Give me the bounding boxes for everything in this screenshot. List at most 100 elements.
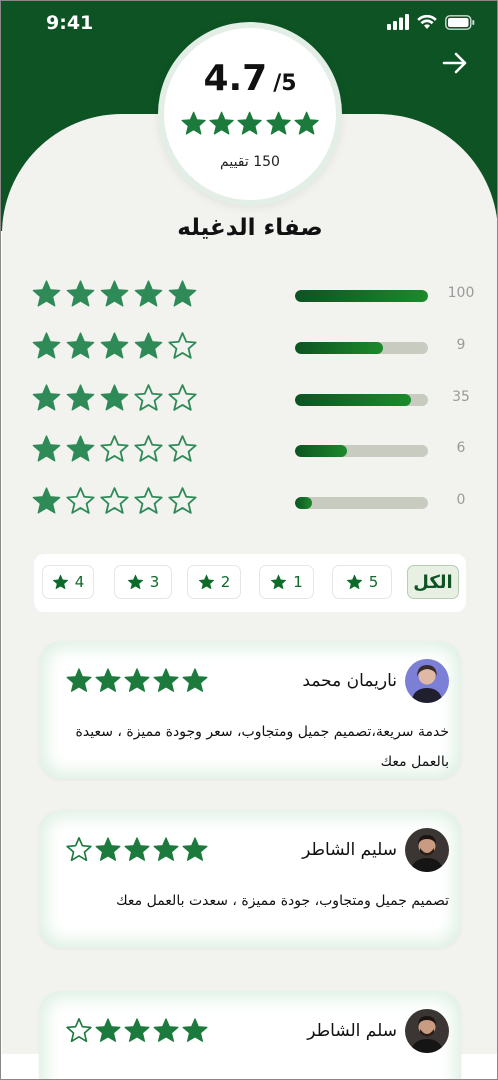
star-icon [346,574,362,589]
star-outline-icon [100,487,129,514]
rating-filter-bar: الكل 5 1 2 3 4 [34,554,466,612]
distribution-count: 100 [447,285,475,301]
filter-label: الكل [413,571,453,593]
distribution-row-1: 0 [31,486,471,518]
star-outline-icon [66,487,95,514]
star-filled-icon [134,332,163,359]
filter-4-stars[interactable]: 4 [42,565,94,599]
star-filled-icon [182,837,208,861]
distribution-bar [295,342,428,354]
star-filled-icon [134,280,163,307]
distribution-bar [295,445,428,457]
star-icon [271,574,287,589]
review-card[interactable]: سلم الشاطر [39,991,461,1079]
distribution-count: 9 [456,337,466,353]
star-icon [198,574,214,589]
star-filled-icon [182,1018,208,1042]
star-filled-icon [100,280,129,307]
wifi-icon [417,14,437,29]
distribution-bar [295,394,428,406]
review-card[interactable]: سليم الشاطر تصميم جميل ومتجاوب، جودة مميز… [39,810,461,948]
avatar [405,659,449,703]
star-filled-icon [266,111,291,135]
review-card[interactable]: ناريمان محمد خدمة سريعة،تصميم جميل ومتجاو… [39,641,461,779]
rating-out-of: /5 [273,71,297,96]
filter-3-stars[interactable]: 3 [114,565,172,599]
star-outline-icon [134,384,163,411]
star-filled-icon [66,435,95,462]
person-name: صفاء الدغيله [177,215,323,241]
filter-label: 3 [149,573,160,591]
filter-2-stars[interactable]: 2 [187,565,241,599]
rating-score: 4.7 /5 [164,58,336,99]
star-outline-icon [168,332,197,359]
star-filled-icon [124,668,150,692]
star-filled-icon [95,837,121,861]
star-outline-icon [100,435,129,462]
rating-badge: 4.7 /5 150 تقييم [164,28,336,200]
star-filled-icon [66,280,95,307]
star-outline-icon [134,435,163,462]
rating-count: 150 تقييم [220,154,280,170]
star-outline-icon [66,837,92,862]
star-filled-icon [209,111,234,135]
distribution-count: 0 [456,492,466,508]
distribution-row-5: 100 [31,279,474,311]
filter-5-stars[interactable]: 5 [332,565,392,599]
star-filled-icon [32,487,61,514]
distribution-stars [31,331,198,362]
distribution-row-4: 9 [31,331,471,363]
star-outline-icon [134,487,163,514]
distribution-stars [31,434,198,465]
star-filled-icon [168,280,197,307]
distribution-bar-fill [295,497,313,509]
star-filled-icon [95,668,121,692]
star-outline-icon [66,1018,92,1043]
star-filled-icon [153,1018,179,1042]
distribution-bar [295,497,428,509]
filter-1-stars[interactable]: 1 [259,565,314,599]
star-filled-icon [66,668,92,692]
distribution-bar [295,290,428,302]
filter-label: 2 [220,573,231,591]
star-outline-icon [168,435,197,462]
distribution-bar-fill [295,290,428,302]
star-filled-icon [153,837,179,861]
signal-icon [387,14,409,30]
back-button[interactable] [441,49,469,77]
app-screen: 9:41 4.7 /5 150 تقييم صفاء الدغيله 100 9 3… [0,0,498,1080]
distribution-stars [31,486,198,517]
review-stars [65,1017,209,1045]
star-outline-icon [168,384,197,411]
star-filled-icon [182,668,208,692]
star-filled-icon [66,384,95,411]
distribution-count: 35 [452,389,470,405]
distribution-stars [31,279,198,310]
reviewer-name: سلم الشاطر [307,1021,397,1041]
star-filled-icon [95,1018,121,1042]
star-filled-icon [100,384,129,411]
avatar [405,1009,449,1053]
distribution-bar-fill [295,445,347,457]
rating-stars [180,110,320,138]
star-filled-icon [124,1018,150,1042]
filter-all[interactable]: الكل [407,565,459,599]
star-filled-icon [32,280,61,307]
review-text: خدمة سريعة،تصميم جميل ومتجاوب، سعر وجودة… [75,724,449,770]
distribution-stars [31,383,198,414]
review-text: تصميم جميل ومتجاوب، جودة مميزة ، سعدت با… [116,893,449,909]
star-filled-icon [181,111,206,135]
star-filled-icon [100,332,129,359]
filter-label: 5 [368,573,379,591]
distribution-bar-fill [295,394,411,406]
rating-score-value: 4.7 [203,58,268,99]
star-icon [127,574,143,589]
star-filled-icon [32,332,61,359]
star-filled-icon [66,332,95,359]
star-filled-icon [237,111,263,135]
star-outline-icon [168,487,197,514]
distribution-row-3: 35 [31,383,471,415]
arrow-right-icon [442,52,467,74]
star-filled-icon [124,837,150,861]
star-icon [52,574,68,589]
